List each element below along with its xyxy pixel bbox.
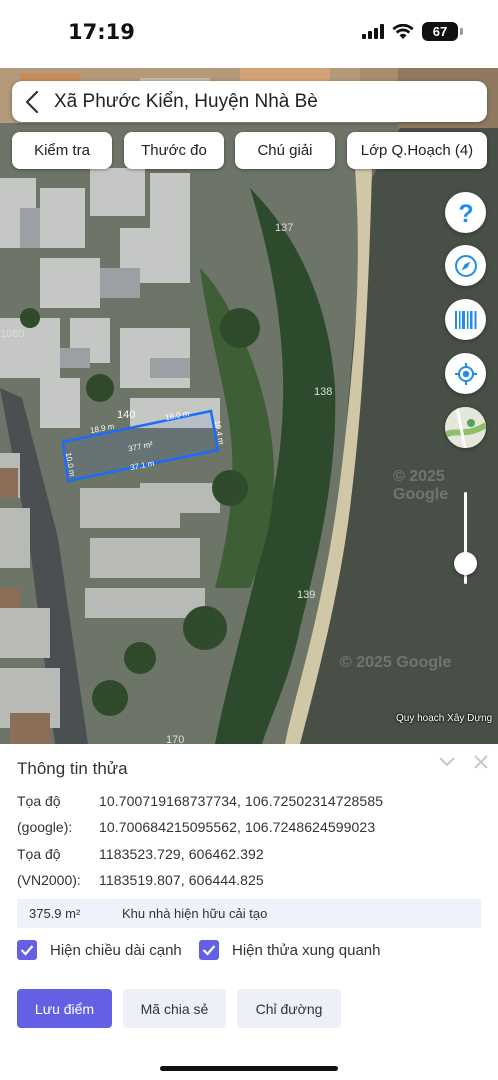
map-view[interactable]: 18.9 m 18.0 m 10.4 m 10.0 m 37.1 m 377 m… bbox=[0, 68, 498, 744]
plot-number: 1060 bbox=[0, 328, 25, 340]
chevron-left-icon bbox=[25, 90, 39, 113]
map-attribution: Quy hoạch Xây Dựng bbox=[396, 713, 493, 724]
compass-button[interactable] bbox=[445, 245, 486, 286]
compass-icon bbox=[454, 254, 477, 277]
search-bar[interactable]: Xã Phước Kiển, Huyện Nhà Bè bbox=[12, 81, 487, 122]
barcode-scan-button[interactable] bbox=[445, 299, 486, 340]
show-neighbor-parcels-toggle[interactable]: Hiện thửa xung quanh bbox=[199, 940, 380, 960]
info-label: Tọa độ bbox=[17, 793, 61, 809]
location-title[interactable]: Xã Phước Kiển, Huyện Nhà Bè bbox=[54, 91, 318, 113]
area-summary: 375.9 m² Khu nhà hiện hữu cải tạo bbox=[17, 899, 481, 928]
plot-number: 140 bbox=[117, 409, 136, 421]
parcel-info-panel: Thông tin thửa Tọa độ 10.700719168737734… bbox=[0, 744, 498, 1080]
info-row-vn2000-x: Tọa độ 1183523.729, 606462.392 bbox=[17, 846, 264, 862]
plot-number: 170 bbox=[166, 734, 185, 744]
checkbox-label: Hiện thửa xung quanh bbox=[232, 941, 381, 959]
cellular-signal-icon bbox=[362, 24, 384, 39]
info-label: (google): bbox=[17, 819, 73, 835]
status-time: 17:19 bbox=[68, 20, 135, 44]
chevron-down-icon[interactable] bbox=[438, 756, 456, 768]
status-icons: 67 bbox=[362, 22, 463, 41]
info-row-google-lng: (google): 10.700684215095562, 106.724862… bbox=[17, 819, 375, 835]
map-watermark: © 2025 Google bbox=[340, 654, 452, 671]
share-code-button[interactable]: Mã chia sẻ bbox=[123, 989, 226, 1028]
battery-icon: 67 bbox=[422, 22, 463, 41]
area-value: 375.9 m² bbox=[29, 906, 81, 921]
check-button[interactable]: Kiểm tra bbox=[12, 132, 112, 169]
checkbox-checked-icon[interactable] bbox=[199, 940, 219, 960]
panel-title: Thông tin thửa bbox=[17, 759, 128, 778]
zoom-slider-knob[interactable] bbox=[454, 551, 477, 575]
map-watermark: © 2025 Google bbox=[393, 468, 449, 503]
locate-icon bbox=[454, 362, 477, 385]
land-use-type: Khu nhà hiện hữu cải tạo bbox=[122, 906, 268, 921]
map-thumbnail-icon bbox=[445, 407, 486, 448]
help-button[interactable]: ? bbox=[445, 192, 486, 233]
info-row-google-lat: Tọa độ 10.700719168737734, 106.725023147… bbox=[17, 793, 383, 809]
status-bar: 17:19 67 bbox=[0, 0, 498, 68]
svg-text:?: ? bbox=[458, 200, 473, 226]
ruler-button[interactable]: Thước đo bbox=[124, 132, 224, 169]
close-icon[interactable] bbox=[473, 754, 489, 770]
help-icon: ? bbox=[458, 200, 473, 226]
barcode-icon bbox=[454, 310, 476, 329]
back-button[interactable] bbox=[12, 81, 52, 122]
plot-number: 139 bbox=[297, 589, 316, 601]
info-value: 1183523.729, 606462.392 bbox=[99, 846, 264, 862]
legend-button[interactable]: Chú giải bbox=[235, 132, 335, 169]
plot-number: 138 bbox=[314, 386, 333, 398]
parcel-outline[interactable] bbox=[0, 68, 498, 744]
save-point-button[interactable]: Lưu điểm bbox=[17, 989, 112, 1028]
my-location-button[interactable] bbox=[445, 353, 486, 394]
planning-layer-button[interactable]: Lớp Q.Hoạch (4) bbox=[347, 132, 487, 169]
info-label: (VN2000): bbox=[17, 872, 81, 888]
checkbox-checked-icon[interactable] bbox=[17, 940, 37, 960]
info-value: 10.700684215095562, 106.7248624599023 bbox=[99, 819, 376, 835]
home-indicator bbox=[160, 1066, 338, 1071]
info-label: Tọa độ bbox=[17, 846, 61, 862]
map-layers-button[interactable] bbox=[445, 407, 486, 448]
info-row-vn2000-y: (VN2000): 1183519.807, 606444.825 bbox=[17, 872, 264, 888]
show-edge-length-toggle[interactable]: Hiện chiều dài cạnh bbox=[17, 940, 182, 960]
directions-button[interactable]: Chỉ đường bbox=[237, 989, 341, 1028]
plot-number: 137 bbox=[275, 222, 294, 234]
wifi-icon bbox=[392, 23, 414, 39]
checkbox-label: Hiện chiều dài cạnh bbox=[50, 941, 182, 959]
info-value: 10.700719168737734, 106.72502314728585 bbox=[99, 793, 384, 809]
info-value: 1183519.807, 606444.825 bbox=[99, 872, 264, 888]
